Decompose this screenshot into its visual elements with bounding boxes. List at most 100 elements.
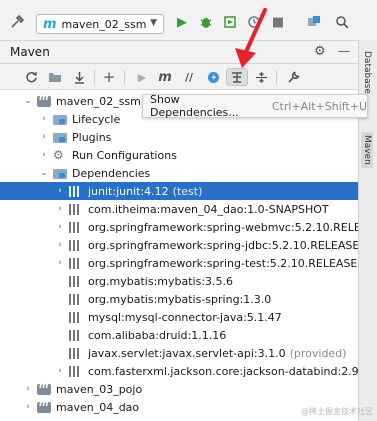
library-icon [69, 221, 83, 233]
download-icon[interactable] [70, 68, 88, 86]
annotation-arrow-icon [235, 8, 267, 68]
collapse-arrow-icon[interactable]: › [38, 132, 50, 142]
tree-node-label: Run Configurations [72, 148, 177, 162]
dependency-scope: (test) [172, 184, 203, 198]
dependency-item[interactable]: › org.springframework:spring-test:5.2.10… [0, 254, 358, 272]
toggle-offline-mode-icon[interactable]: // [180, 68, 198, 86]
folder-icon [53, 133, 67, 143]
dependency-label: org.springframework:spring-jdbc:5.2.10.R… [88, 238, 358, 252]
run-configuration-label: maven_02_ssm [61, 17, 147, 31]
dependency-item[interactable]: com.alibaba:druid:1.1.16 [0, 326, 358, 344]
folder-icon [53, 115, 67, 125]
search-everywhere-icon[interactable] [334, 13, 350, 31]
maven-settings-wrench-icon[interactable] [284, 68, 302, 86]
library-icon [69, 329, 83, 341]
dependency-label: com.itheima:maven_04_dao:1.0-SNAPSHOT [88, 202, 329, 216]
dependency-item[interactable]: › com.itheima:maven_04_dao:1.0-SNAPSHOT [0, 200, 358, 218]
run-maven-build-icon[interactable]: ▶ [134, 68, 150, 86]
reimport-folder-icon[interactable] [46, 68, 64, 86]
library-icon [69, 365, 83, 377]
reload-icon[interactable] [22, 68, 40, 86]
expand-arrow-icon[interactable]: ⌄ [38, 168, 50, 178]
tree-node-dependencies[interactable]: ⌄ Dependencies [0, 164, 358, 182]
add-maven-project-icon[interactable]: + [100, 68, 118, 86]
tree-node-plugins[interactable]: › Plugins [0, 128, 358, 146]
collapse-arrow-icon[interactable]: › [22, 402, 34, 412]
library-icon [69, 293, 83, 305]
settings-gear-icon[interactable]: ⚙ [314, 44, 326, 59]
tree-node-module[interactable]: › maven_03_pojo [0, 380, 358, 398]
skip-tests-icon[interactable] [204, 68, 222, 86]
maven-tool-window-header: Maven ⚙ — [0, 40, 358, 64]
library-icon [69, 203, 83, 215]
dependency-item[interactable]: › org.springframework:spring-jdbc:5.2.10… [0, 236, 358, 254]
toolbar-separator [124, 70, 125, 84]
maven-module-icon [37, 93, 51, 107]
dependency-label: org.mybatis:mybatis-spring:1.3.0 [88, 292, 272, 306]
minimize-icon[interactable]: — [338, 44, 350, 58]
dependency-label: org.mybatis:mybatis:3.5.6 [88, 274, 234, 288]
tooltip-shortcut: Ctrl+Alt+Shift+U [271, 99, 367, 113]
expand-arrow-icon[interactable]: ⌄ [22, 96, 34, 106]
collapse-arrow-icon[interactable]: › [38, 150, 50, 160]
toolbar-separator [276, 70, 277, 84]
debug-icon[interactable] [198, 13, 214, 31]
tree-node-label: maven_02_ssm [56, 94, 141, 108]
library-icon [69, 347, 83, 359]
maven-toolbar: + ▶ m // [0, 64, 358, 90]
collapse-arrow-icon[interactable]: › [54, 258, 66, 268]
tree-node-label: Lifecycle [72, 112, 121, 126]
dependency-label: mysql:mysql-connector-java:5.1.47 [88, 310, 282, 324]
maven-project-tree: ⌄ maven_02_ssm › Lifecycle › Plugins › ⚙… [0, 90, 358, 421]
collapse-arrow-icon[interactable]: › [54, 240, 66, 250]
collapse-arrow-icon[interactable]: › [54, 222, 66, 232]
run-configuration-dropdown[interactable]: m maven_02_ssm ▼ [36, 14, 164, 34]
library-icon [69, 275, 83, 287]
show-dependencies-tooltip: Show Dependencies... Ctrl+Alt+Shift+U [142, 93, 368, 119]
dependency-label: com.fasterxml.jackson.core:jackson-datab… [88, 364, 358, 378]
tree-node-label: maven_03_pojo [56, 382, 143, 396]
dependency-label: javax.servlet:javax.servlet-api:3.1.0 [88, 346, 286, 360]
collapse-arrow-icon[interactable]: › [54, 186, 66, 196]
tree-node-label: Dependencies [72, 166, 151, 180]
dependency-item[interactable]: › com.fasterxml.jackson.core:jackson-dat… [0, 362, 358, 380]
folder-icon [53, 169, 67, 179]
dependency-item[interactable]: › junit:junit:4.12 (test) [0, 182, 358, 200]
collapse-arrow-icon[interactable]: › [54, 204, 66, 214]
maven-panel-title: Maven [10, 45, 50, 59]
toolbar-separator [94, 70, 95, 84]
dependency-item[interactable]: › org.springframework:spring-webmvc:5.2.… [0, 218, 358, 236]
dependency-scope: (provided) [289, 346, 347, 360]
chevron-down-icon: ▼ [150, 18, 157, 28]
dependency-item[interactable]: mysql:mysql-connector-java:5.1.47 [0, 308, 358, 326]
dependency-item[interactable]: javax.servlet:javax.servlet-api:3.1.0 (p… [0, 344, 358, 362]
project-structure-icon[interactable] [306, 13, 322, 31]
side-tab-database[interactable]: Database [361, 48, 373, 97]
build-hammer-icon[interactable] [8, 13, 26, 31]
collapse-arrow-icon[interactable]: › [22, 384, 34, 394]
side-tab-maven[interactable]: Maven [361, 132, 373, 168]
collapse-arrow-icon[interactable]: › [38, 114, 50, 124]
tree-node-run-configurations[interactable]: › ⚙ Run Configurations [0, 146, 358, 164]
maven-module-icon [37, 381, 51, 395]
watermark: @稀土掘金技术社区 [301, 407, 373, 416]
run-icon[interactable]: ▶ [174, 13, 190, 31]
execute-maven-goal-icon[interactable]: m [156, 68, 174, 86]
library-icon [69, 239, 83, 251]
dependency-label: com.alibaba:druid:1.1.16 [88, 328, 227, 342]
tree-node-label: Plugins [72, 130, 112, 144]
dependency-label: org.springframework:spring-test:5.2.10.R… [88, 256, 358, 270]
dependency-item[interactable]: org.mybatis:mybatis-spring:1.3.0 [0, 290, 358, 308]
tooltip-label: Show Dependencies... [150, 93, 239, 119]
gear-icon: ⚙ [53, 148, 64, 162]
library-icon [69, 257, 83, 269]
maven-module-icon [37, 399, 51, 413]
ide-top-toolbar: m maven_02_ssm ▼ ▶ ■ [0, 0, 377, 40]
maven-logo-icon: m [43, 16, 57, 32]
dependency-item[interactable]: org.mybatis:mybatis:3.5.6 [0, 272, 358, 290]
library-icon [69, 185, 83, 197]
collapse-arrow-icon[interactable]: › [54, 366, 66, 376]
dependency-label: junit:junit:4.12 [88, 184, 169, 198]
dependency-label: org.springframework:spring-webmvc:5.2.10… [88, 220, 358, 234]
tree-node-label: maven_04_dao [56, 400, 140, 414]
